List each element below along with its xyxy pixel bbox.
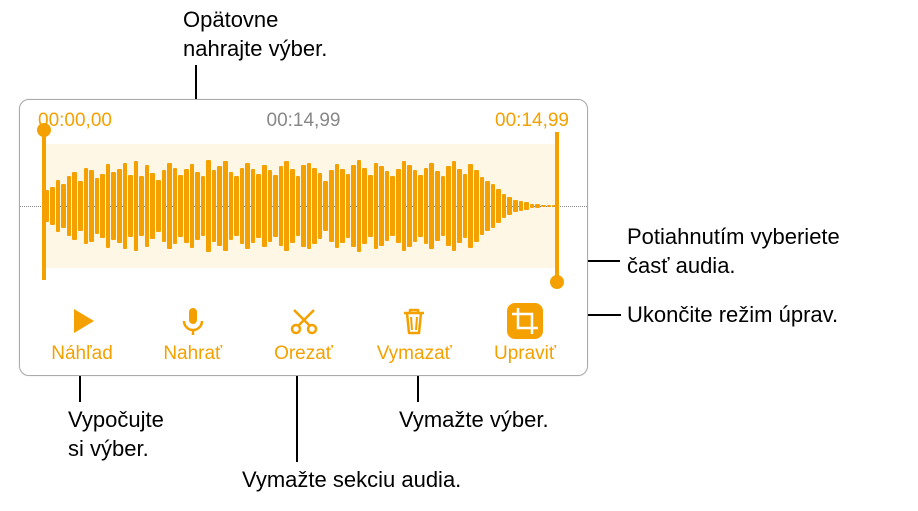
play-icon — [64, 303, 100, 339]
timecode-row: 00:00,00 00:14,99 00:14,99 — [20, 100, 587, 136]
trim-button[interactable]: Orezať — [264, 303, 344, 365]
microphone-icon — [175, 303, 211, 339]
editor-toolbar: Náhľad Nahrať Orezať — [20, 303, 587, 365]
edit-label: Upraviť — [494, 343, 556, 365]
delete-button[interactable]: Vymazať — [374, 303, 454, 365]
record-label: Nahrať — [163, 343, 222, 365]
selection-handle-right[interactable] — [555, 132, 559, 280]
callout-trim: Vymažte sekciu audia. — [242, 466, 461, 495]
audio-editor-panel: 00:00,00 00:14,99 00:14,99 Náhľad Nah — [19, 99, 588, 376]
preview-label: Náhľad — [51, 343, 113, 365]
callout-line-trim — [296, 366, 298, 462]
selection-handle-left[interactable] — [42, 132, 46, 280]
callout-drag: Potiahnutím vyberiete časť audia. — [627, 223, 840, 280]
trash-icon — [396, 303, 432, 339]
crop-icon — [507, 303, 543, 339]
waveform-area[interactable] — [20, 136, 587, 276]
callout-done: Ukončite režim úprav. — [627, 301, 838, 330]
record-button[interactable]: Nahrať — [153, 303, 233, 365]
callout-preview: Vypočujte si výber. — [68, 406, 164, 463]
edit-button[interactable]: Upraviť — [485, 303, 565, 365]
time-end: 00:14,99 — [495, 110, 569, 132]
waveform — [44, 144, 557, 268]
delete-label: Vymazať — [377, 343, 452, 365]
callout-rerecord: Opätovne nahrajte výber. — [183, 6, 327, 63]
trim-label: Orezať — [274, 343, 333, 365]
time-current: 00:14,99 — [267, 110, 341, 132]
preview-button[interactable]: Náhľad — [42, 303, 122, 365]
callout-delete: Vymažte výber. — [399, 406, 549, 435]
scissors-icon — [286, 303, 322, 339]
